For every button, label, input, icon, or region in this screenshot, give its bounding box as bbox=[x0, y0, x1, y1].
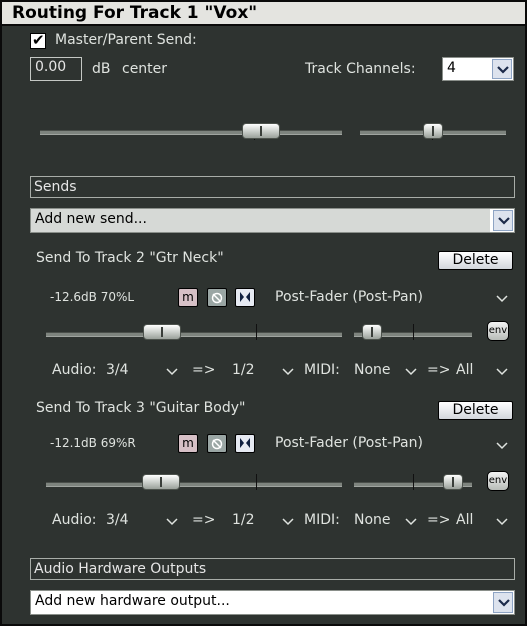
chevron-down-icon[interactable] bbox=[496, 442, 508, 450]
audio-label: Audio: bbox=[52, 512, 97, 528]
envelope-button[interactable]: env bbox=[487, 321, 509, 341]
send-level-readout: -12.1dB 69%R bbox=[50, 436, 136, 450]
audio-source-select[interactable]: 3/4 bbox=[106, 362, 129, 378]
route-arrow: => bbox=[192, 362, 216, 378]
mono-stereo-button[interactable] bbox=[235, 434, 255, 453]
hardware-outputs-header: Audio Hardware Outputs bbox=[30, 558, 515, 580]
chevron-down-icon[interactable] bbox=[282, 518, 294, 526]
midi-source-select[interactable]: None bbox=[354, 362, 391, 378]
send-pan-tick bbox=[413, 324, 414, 340]
chevron-down-icon[interactable] bbox=[496, 518, 508, 526]
send-mute-button[interactable]: m bbox=[178, 434, 198, 453]
track-channels-label: Track Channels: bbox=[305, 61, 416, 77]
send-volume-track bbox=[46, 332, 342, 337]
audio-dest-select[interactable]: 1/2 bbox=[232, 362, 255, 378]
audio-label: Audio: bbox=[52, 362, 97, 378]
chevron-down-icon[interactable] bbox=[493, 210, 513, 231]
master-volume-slider[interactable] bbox=[242, 123, 280, 139]
send-volume-track bbox=[46, 482, 342, 487]
chevron-down-icon[interactable] bbox=[496, 295, 508, 303]
send-pan-slider[interactable] bbox=[362, 324, 382, 340]
window-title: Routing For Track 1 "Vox" bbox=[12, 3, 258, 23]
db-label: dB bbox=[92, 61, 111, 77]
master-volume-track bbox=[40, 130, 342, 135]
send-mute-button[interactable]: m bbox=[178, 288, 198, 307]
chevron-down-icon[interactable] bbox=[493, 592, 513, 613]
send-mode-select[interactable]: Post-Fader (Post-Pan) bbox=[275, 289, 423, 305]
master-volume-field[interactable]: 0.00 bbox=[30, 57, 82, 81]
envelope-button[interactable]: env bbox=[487, 471, 509, 491]
add-send-select[interactable]: Add new send... bbox=[30, 208, 515, 233]
track-channels-select[interactable]: 4 bbox=[442, 57, 514, 81]
midi-dest-select[interactable]: All bbox=[456, 512, 473, 528]
track-channels-value: 4 bbox=[447, 60, 456, 76]
route-arrow: => bbox=[192, 512, 216, 528]
audio-dest-select[interactable]: 1/2 bbox=[232, 512, 255, 528]
mono-stereo-button[interactable] bbox=[235, 288, 255, 307]
chevron-down-icon[interactable] bbox=[282, 368, 294, 376]
send-pan-tick bbox=[413, 474, 414, 490]
chevron-down-icon[interactable] bbox=[405, 518, 417, 526]
send-pan-slider[interactable] bbox=[443, 474, 463, 490]
chevron-down-icon[interactable] bbox=[166, 518, 178, 526]
delete-send-button[interactable]: Delete bbox=[438, 251, 513, 270]
midi-dest-select[interactable]: All bbox=[456, 362, 473, 378]
send-title: Send To Track 3 "Guitar Body" bbox=[36, 400, 246, 416]
sends-header: Sends bbox=[30, 176, 515, 198]
chevron-down-icon[interactable] bbox=[492, 59, 512, 79]
midi-label: MIDI: bbox=[304, 512, 340, 528]
routing-window: Routing For Track 1 "Vox" ✔ Master/Paren… bbox=[0, 0, 527, 626]
chevron-down-icon[interactable] bbox=[496, 368, 508, 376]
send-volume-slider[interactable] bbox=[142, 474, 180, 490]
route-arrow: => bbox=[427, 362, 451, 378]
add-hardware-output-select[interactable]: Add new hardware output... bbox=[30, 590, 515, 615]
checkmark-icon: ✔ bbox=[32, 31, 45, 49]
midi-label: MIDI: bbox=[304, 362, 340, 378]
master-send-checkbox[interactable]: ✔ bbox=[30, 31, 46, 49]
send-volume-slider[interactable] bbox=[143, 324, 181, 340]
send-volume-tick bbox=[256, 324, 257, 340]
send-mode-select[interactable]: Post-Fader (Post-Pan) bbox=[275, 435, 423, 451]
master-pan-slider[interactable] bbox=[423, 123, 443, 139]
delete-send-button[interactable]: Delete bbox=[438, 401, 513, 420]
chevron-down-icon[interactable] bbox=[405, 368, 417, 376]
midi-source-select[interactable]: None bbox=[354, 512, 391, 528]
send-title: Send To Track 2 "Gtr Neck" bbox=[36, 250, 224, 266]
phase-invert-button[interactable] bbox=[207, 288, 227, 307]
send-level-readout: -12.6dB 70%L bbox=[50, 290, 135, 304]
title-bar[interactable]: Routing For Track 1 "Vox" bbox=[2, 2, 525, 26]
route-arrow: => bbox=[427, 512, 451, 528]
add-hardware-output-placeholder: Add new hardware output... bbox=[35, 593, 230, 609]
pan-label: center bbox=[122, 61, 168, 77]
send-volume-tick bbox=[256, 474, 257, 490]
phase-invert-button[interactable] bbox=[207, 434, 227, 453]
audio-source-select[interactable]: 3/4 bbox=[106, 512, 129, 528]
chevron-down-icon[interactable] bbox=[166, 368, 178, 376]
master-send-label: Master/Parent Send: bbox=[55, 32, 197, 48]
add-send-placeholder: Add new send... bbox=[35, 211, 147, 227]
